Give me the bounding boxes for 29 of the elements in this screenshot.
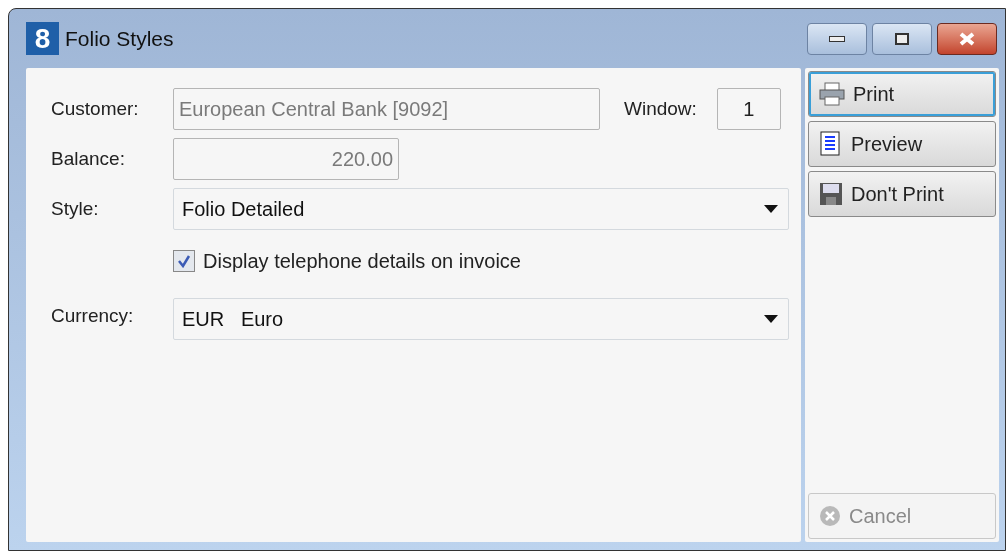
field-label: Window: <box>624 96 697 121</box>
maximize-icon <box>895 32 909 45</box>
cancel-icon <box>819 505 841 527</box>
dropdown-value: Folio Detailed <box>182 197 305 222</box>
dropdown-arrow-icon <box>764 315 778 323</box>
dropdown[interactable]: EUR Euro <box>173 298 789 340</box>
field-label: Style: <box>51 196 100 221</box>
field-label: Currency: <box>51 304 135 328</box>
maximize-button[interactable] <box>872 22 932 55</box>
document-icon <box>819 131 843 157</box>
dialog-button[interactable]: Print <box>808 71 996 117</box>
printer-icon <box>819 82 845 106</box>
close-icon <box>958 31 976 46</box>
checkbox[interactable] <box>173 250 195 272</box>
checkbox-label: Display telephone details on invoice <box>203 249 521 274</box>
field-label: Balance: <box>51 146 126 171</box>
app-logo-icon: 8 <box>26 22 59 55</box>
close-button[interactable] <box>937 22 997 55</box>
minimize-button[interactable] <box>807 22 867 55</box>
dialog-button[interactable]: Don't Print <box>808 171 996 217</box>
dropdown-value: EUR Euro <box>182 307 284 332</box>
text-field[interactable]: 1 <box>716 88 781 130</box>
dialog-button[interactable]: Preview <box>808 121 996 167</box>
checkmark-icon <box>177 254 191 268</box>
field-label: Customer: <box>51 96 140 121</box>
minimize-icon <box>829 35 845 42</box>
dropdown-arrow-icon <box>764 205 778 213</box>
window-title: Folio Styles <box>65 25 175 52</box>
dropdown[interactable]: Folio Detailed <box>173 188 789 230</box>
